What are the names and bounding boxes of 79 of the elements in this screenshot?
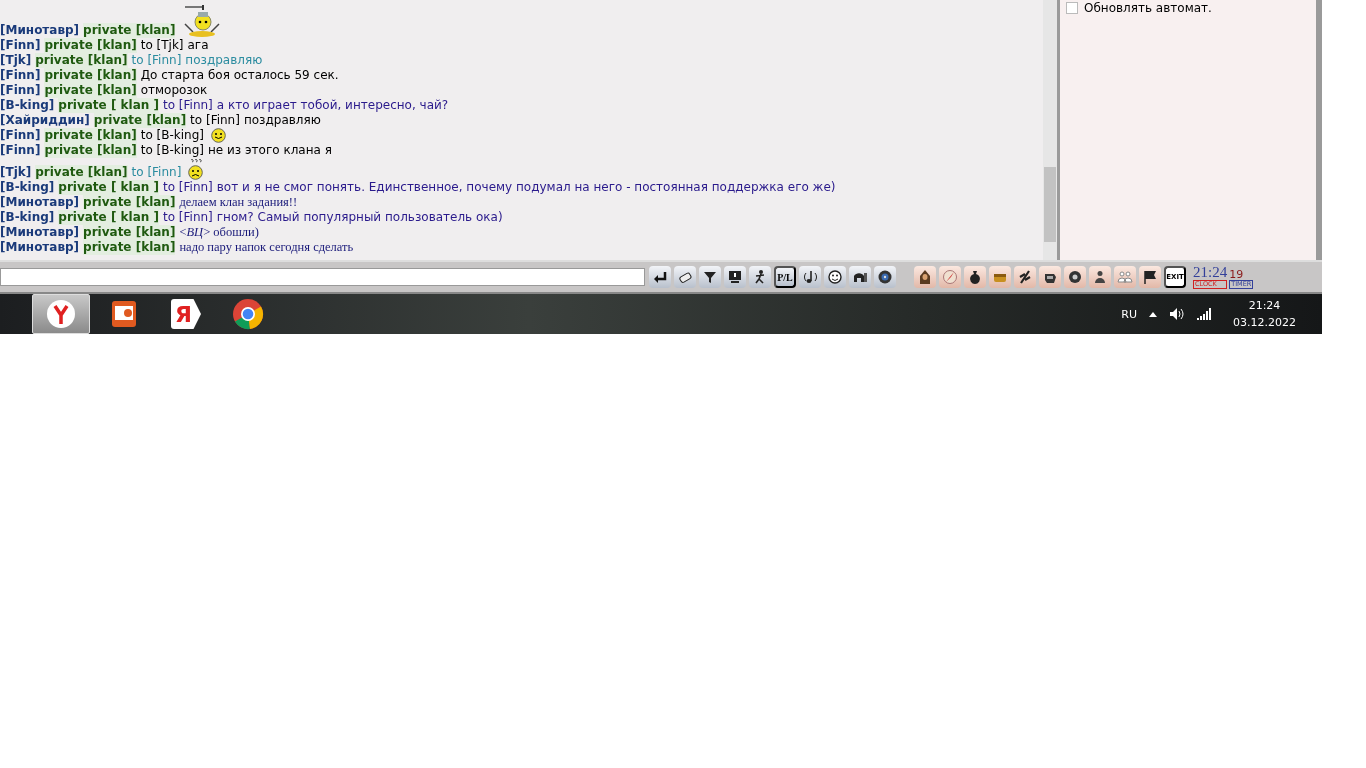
message-text: ага bbox=[187, 38, 209, 53]
channel-tag: private [klan] bbox=[83, 195, 176, 210]
sender-name[interactable]: [Минотавр] bbox=[0, 225, 80, 240]
channel-tag: private [klan] bbox=[35, 53, 128, 68]
channel-tag: private [ klan ] bbox=[58, 210, 159, 225]
message-text: делаем клан задания!! bbox=[179, 195, 298, 210]
message-text: гном? Самый популярный пользователь ока) bbox=[216, 210, 503, 225]
clock-date[interactable]: 03.12.2022 bbox=[1233, 316, 1296, 329]
clock-time[interactable]: 21:24 bbox=[1248, 299, 1281, 312]
channel-tag: private [klan] bbox=[93, 113, 187, 128]
channel-tag: private [ klan ] bbox=[58, 98, 159, 113]
language-indicator[interactable]: RU bbox=[1121, 307, 1137, 321]
sender-name[interactable]: [Finn] bbox=[0, 128, 41, 143]
channel-tag: private [klan] bbox=[44, 38, 137, 53]
channel-tag: private [klan] bbox=[44, 143, 137, 158]
recipient-name[interactable]: to [Finn] bbox=[163, 98, 213, 113]
recipient-name[interactable]: to [B-king] bbox=[140, 128, 204, 143]
sender-name[interactable]: [Finn] bbox=[0, 83, 41, 98]
message-input[interactable] bbox=[0, 268, 645, 286]
channel-tag: private [ klan ] bbox=[58, 180, 159, 195]
message-text: До старта боя осталось 59 сек. bbox=[140, 68, 339, 83]
sender-name[interactable]: [Минотавр] bbox=[0, 195, 80, 210]
message-text: <ВЦ> обошли) bbox=[179, 225, 259, 240]
enter-icon[interactable] bbox=[649, 266, 671, 288]
recipient-name[interactable]: to [Finn] bbox=[163, 210, 213, 225]
message-text: поздравляю bbox=[185, 53, 263, 68]
browser-icon bbox=[46, 299, 76, 329]
recipient-name[interactable]: to [Tjk] bbox=[140, 38, 184, 53]
gear-icon[interactable] bbox=[1064, 266, 1086, 288]
recipient-name[interactable]: to [Finn] bbox=[131, 165, 182, 180]
clock-time: 21:24 bbox=[1193, 265, 1228, 281]
channel-tag: private [klan] bbox=[44, 128, 137, 143]
auto-refresh-checkbox[interactable]: Обновлять автомат. bbox=[1066, 1, 1316, 15]
monitor-icon[interactable] bbox=[724, 266, 746, 288]
message-text: вот и я не смог понять. Единственное, почему подумал на него - постоянная поддержка его же) bbox=[216, 180, 836, 195]
speaker-icon[interactable] bbox=[1169, 307, 1185, 321]
yandex-taskbar-icon[interactable]: Я bbox=[171, 299, 201, 329]
message-text: отморозок bbox=[140, 83, 208, 98]
message-text: надо пару напок сегодня сделать bbox=[179, 240, 354, 255]
channel-tag: private [klan] bbox=[44, 83, 137, 98]
bag-icon[interactable] bbox=[964, 266, 986, 288]
sender-name[interactable]: [Finn] bbox=[0, 38, 41, 53]
chrome-icon[interactable] bbox=[232, 298, 264, 330]
recipient-name[interactable]: to [B-king] bbox=[140, 143, 204, 158]
message-text: не из этого клана я bbox=[207, 143, 332, 158]
recipient-name[interactable]: to [Finn] bbox=[163, 180, 213, 195]
sender-name[interactable]: [B-king] bbox=[0, 210, 55, 225]
sender-name[interactable]: [Finn] bbox=[0, 143, 41, 158]
sender-name[interactable]: [Finn] bbox=[0, 68, 41, 83]
taskbar-button[interactable] bbox=[32, 294, 90, 334]
sender-name[interactable]: [Tjk] bbox=[0, 53, 32, 68]
chest-icon[interactable] bbox=[989, 266, 1011, 288]
sender-name[interactable]: [B-king] bbox=[0, 180, 55, 195]
sender-name[interactable]: [Минотавр] bbox=[0, 240, 80, 255]
channel-tag: private [klan] bbox=[44, 68, 137, 83]
person-icon[interactable] bbox=[1089, 266, 1111, 288]
message-text: поздравляю bbox=[243, 113, 321, 128]
smiley-icon[interactable] bbox=[824, 266, 846, 288]
channel-tag: private [klan] bbox=[83, 23, 176, 38]
signal-bars-icon[interactable] bbox=[1197, 308, 1211, 320]
toolbar-button[interactable]: P/L bbox=[774, 266, 796, 288]
note-icon[interactable] bbox=[799, 266, 821, 288]
sender-name[interactable]: [Хайриддин] bbox=[0, 113, 90, 128]
figure-icon[interactable] bbox=[749, 266, 771, 288]
channel-tag: private [klan] bbox=[83, 225, 176, 240]
scrollbar-thumb[interactable] bbox=[1044, 167, 1056, 242]
chevron-up-icon[interactable] bbox=[1149, 311, 1157, 317]
recipient-name[interactable]: to [Finn] bbox=[131, 53, 182, 68]
channel-tag: private [klan] bbox=[35, 165, 128, 180]
sender-name[interactable]: [Минотавр] bbox=[0, 23, 80, 38]
recipient-name[interactable]: to [Finn] bbox=[190, 113, 240, 128]
flag-icon[interactable] bbox=[1139, 266, 1161, 288]
sender-name[interactable]: [B-king] bbox=[0, 98, 55, 113]
clock-seconds: 19 bbox=[1229, 269, 1244, 281]
sender-name[interactable]: [Tjk] bbox=[0, 165, 32, 180]
eraser-icon[interactable] bbox=[674, 266, 696, 288]
channel-tag: private [klan] bbox=[83, 240, 176, 255]
filter-icon[interactable] bbox=[699, 266, 721, 288]
message-text: а кто играет тобой, интересно, чай? bbox=[216, 98, 449, 113]
